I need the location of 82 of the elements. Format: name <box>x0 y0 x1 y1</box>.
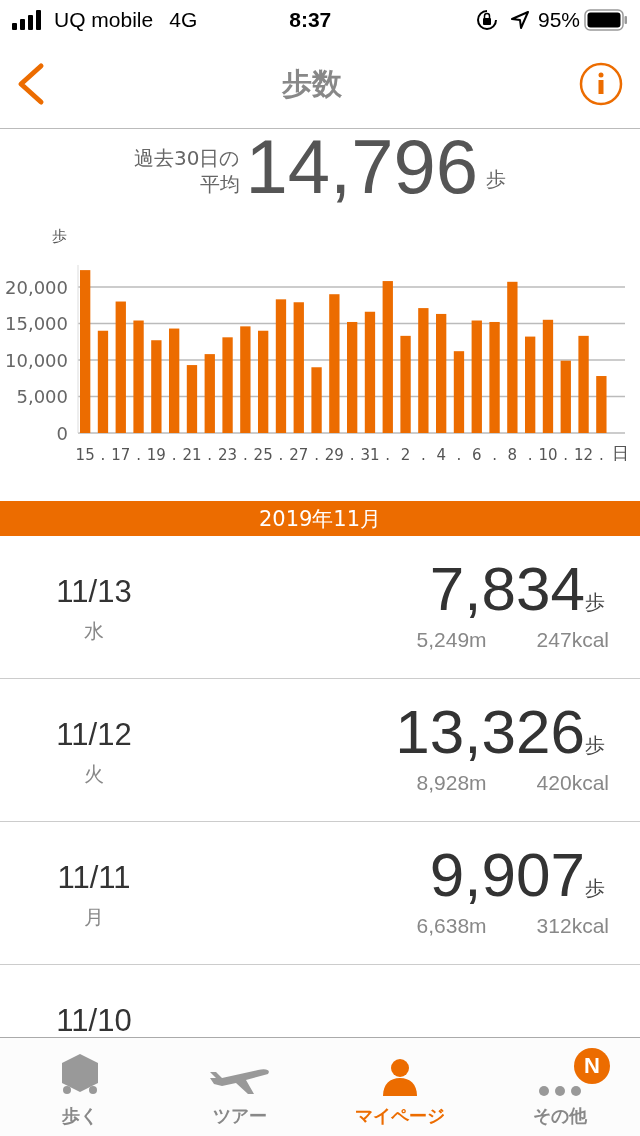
day-date: 11/12 <box>56 717 132 753</box>
notification-badge: N <box>574 1048 610 1084</box>
person-icon <box>382 1058 418 1098</box>
distance: 8,928m <box>416 771 487 795</box>
rotation-lock-icon <box>475 9 498 31</box>
bar <box>596 376 607 433</box>
axis-label: . <box>420 446 426 464</box>
steps-unit: 歩 <box>585 589 605 616</box>
axis-label: 6 <box>472 446 482 464</box>
average-label: 平均 <box>199 171 240 197</box>
axis-label: 0 <box>56 423 68 444</box>
axis-label: 31 <box>360 446 380 464</box>
bar <box>311 367 322 433</box>
axis-label: . <box>385 446 391 464</box>
page-title: 歩数 <box>282 64 342 103</box>
carrier-name: UQ mobile <box>54 8 154 32</box>
tab[interactable]: 歩く <box>0 1038 160 1136</box>
axis-label: . <box>136 446 141 464</box>
axis-label: . <box>563 446 569 464</box>
axis-label: 17 <box>111 446 131 464</box>
day-date: 11/10 <box>56 1003 132 1039</box>
axis-label: 10 <box>538 446 558 464</box>
back-button[interactable] <box>16 62 46 106</box>
axis-label: 20,000 <box>5 276 68 298</box>
axis-label: . <box>456 446 462 464</box>
steps-unit: 歩 <box>585 732 605 759</box>
day-date: 11/11 <box>57 860 131 896</box>
day-steps: 7,834 <box>429 558 585 620</box>
axis-label: 15 <box>75 446 95 464</box>
calories: 312kcal <box>536 914 609 938</box>
axis-label: . <box>171 446 177 464</box>
tab[interactable]: ツアー <box>160 1038 320 1136</box>
calories: 247kcal <box>536 628 609 652</box>
axis-label: 2 <box>400 446 411 464</box>
info-button[interactable] <box>578 61 624 107</box>
day-steps: 9,907 <box>429 844 585 906</box>
axis-label: 10,000 <box>5 349 68 371</box>
average-label: 過去30日の <box>134 145 240 171</box>
weekday: 火 <box>84 761 104 788</box>
steps-unit: 歩 <box>585 875 605 902</box>
axis-label: 25 <box>253 446 273 464</box>
axis-label: 29 <box>324 446 344 464</box>
more-icon <box>538 1084 582 1098</box>
calories: 420kcal <box>536 771 609 795</box>
month-header: 2019年11月 <box>0 501 640 536</box>
weekday: 水 <box>84 618 104 645</box>
axis-label: 23 <box>218 446 238 464</box>
axis-label: 5,000 <box>16 386 68 408</box>
distance: 5,249m <box>416 628 487 652</box>
axis-label: 8 <box>507 446 518 464</box>
axis-label: . <box>527 446 533 464</box>
axis-label: 12 <box>574 446 594 464</box>
axis-label: . <box>598 446 604 464</box>
axis-label: . <box>278 446 284 464</box>
tab[interactable]: N その他 <box>480 1038 640 1136</box>
network-type: 4G <box>169 8 198 32</box>
battery-percent: 95% <box>537 8 580 32</box>
axis-label: . <box>207 446 213 464</box>
axis-label: 15,000 <box>5 313 68 335</box>
distance: 6,638m <box>416 914 487 938</box>
signal-icon <box>12 10 44 30</box>
steps-unit: 歩 <box>485 166 506 193</box>
location-arrow-icon <box>509 10 530 30</box>
axis-label: 27 <box>289 446 309 464</box>
bar <box>186 365 198 433</box>
axis-unit: 歩 <box>52 227 67 245</box>
average-steps: 14,796 <box>245 129 478 205</box>
axis-label: . <box>242 446 248 464</box>
weekday: 月 <box>84 904 104 931</box>
axis-label: . <box>349 446 355 464</box>
tab[interactable]: マイページ <box>320 1038 480 1136</box>
clock: 8:37 <box>289 8 332 32</box>
axis-label: . <box>492 446 497 464</box>
axis-label: 4 <box>436 446 446 464</box>
axis-label: . <box>314 446 319 464</box>
battery-icon <box>584 9 628 31</box>
day-steps: 13,326 <box>395 701 585 763</box>
axis-label: 21 <box>182 446 202 464</box>
day-date: 11/13 <box>56 574 132 610</box>
axis-label: . <box>100 446 106 464</box>
axis-label: 19 <box>146 446 166 464</box>
axis-unit: 日 <box>611 443 629 463</box>
